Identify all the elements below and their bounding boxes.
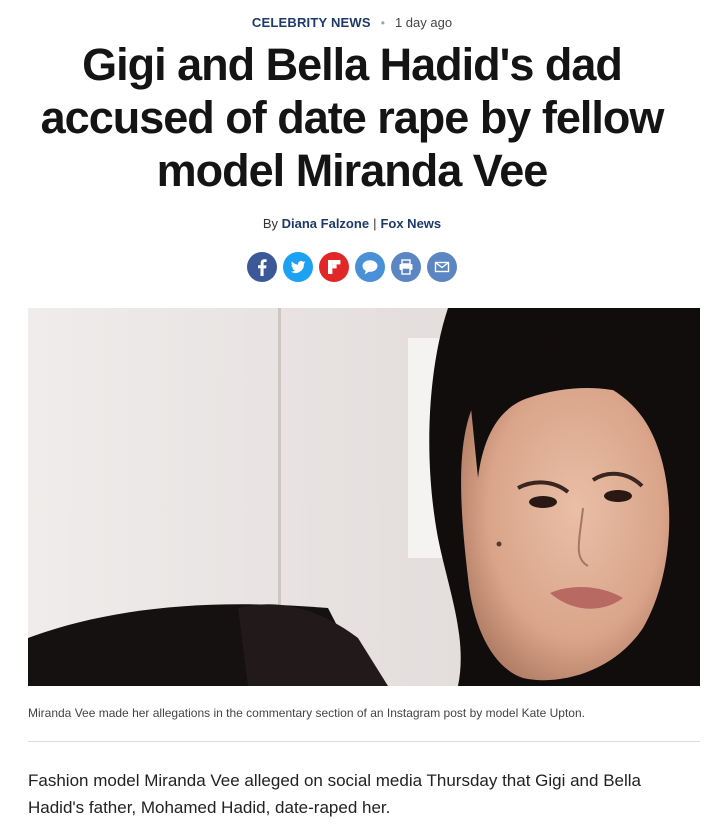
twitter-share-button[interactable] [283,252,313,282]
print-icon [399,259,413,275]
timestamp: 1 day ago [394,15,453,30]
facebook-share-button[interactable] [247,252,277,282]
outlet-link[interactable]: Fox News [380,216,441,231]
hero-image [28,308,700,686]
byline-divider: | [373,216,377,231]
divider [28,741,700,742]
email-button[interactable] [427,252,457,282]
article-headline: Gigi and Bella Hadid's dad accused of da… [40,39,665,196]
twitter-icon [290,260,306,273]
category-link[interactable]: CELEBRITY NEWS [252,14,371,32]
flipboard-share-button[interactable] [319,252,349,282]
eyebrow-separator: • [380,16,385,30]
lead-paragraph: Fashion model Miranda Vee alleged on soc… [28,771,641,817]
comment-icon [362,260,378,275]
print-button[interactable] [391,252,421,282]
comment-button[interactable] [355,252,385,282]
facebook-icon [258,259,267,276]
image-caption: Miranda Vee made her allegations in the … [28,706,585,720]
article-eyebrow: CELEBRITY NEWS • 1 day ago [0,14,704,32]
author-link[interactable]: Diana Falzone [282,216,369,231]
share-bar [0,252,704,282]
flipboard-icon [328,260,341,274]
portrait-photo [28,308,700,686]
byline: By Diana Falzone | Fox News [0,215,704,233]
byline-prefix: By [262,216,282,231]
email-icon [434,261,450,273]
